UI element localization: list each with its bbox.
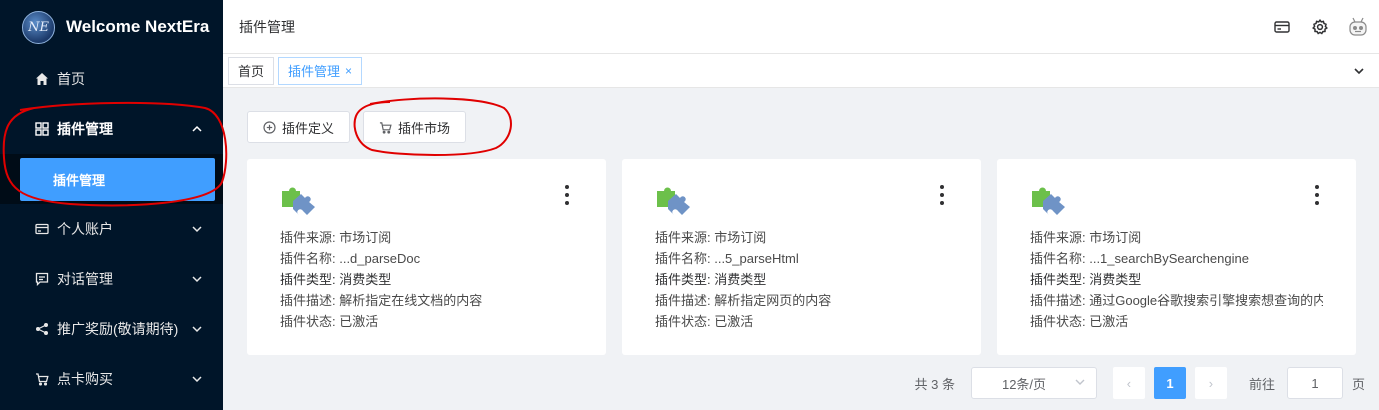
toolbar: 插件定义 插件市场 [247,111,467,143]
pagination: 共 3 条 12条/页 ‹ 1 › 前往 1 页 [914,367,1365,399]
chat-icon [35,272,49,286]
plugin-card[interactable]: 插件来源: 市场订阅 插件名称: ...d_parseDoc 插件类型: 消费类… [247,159,606,355]
next-page-button[interactable]: › [1194,367,1227,399]
plugin-description: 插件描述: 通过Google谷歌搜索引擎搜索想查询的内容 [1030,293,1323,308]
plugin-card[interactable]: 插件来源: 市场订阅 插件名称: ...1_searchBySearchengi… [997,159,1356,355]
cart-icon [379,121,392,134]
sidebar: NE Welcome NextEra 首页 插件管理 插件管理 个人账户 对话管 [0,0,223,410]
sidebar-item-label: 点卡购买 [57,371,113,387]
plugin-define-button[interactable]: 插件定义 [247,111,351,143]
header: 插件管理 [223,0,1379,54]
sidebar-item-label: 首页 [57,71,85,87]
plugin-status: 插件状态: 已激活 [1030,314,1129,329]
tab-label: 插件管理 [288,64,341,79]
share-icon [35,322,49,336]
grid-icon [35,122,49,136]
sidebar-item-chat[interactable]: 对话管理 [0,254,223,304]
header-actions [1271,16,1379,38]
robot-avatar-icon[interactable] [1347,16,1369,38]
page-size-select[interactable]: 12条/页 [970,367,1097,399]
sidebar-item-home[interactable]: 首页 [0,54,223,104]
brand[interactable]: NE Welcome NextEra [0,0,223,54]
plugin-market-button[interactable]: 插件市场 [363,111,467,143]
jump-suffix: 页 [1351,376,1365,392]
brand-title: Welcome NextEra [66,17,210,36]
sidebar-item-label: 推广奖励(敬请期待) [57,321,179,337]
prev-page-button[interactable]: ‹ [1112,367,1145,399]
plugin-source: 插件来源: 市场订阅 [655,230,767,245]
plugin-card[interactable]: 插件来源: 市场订阅 插件名称: ...5_parseHtml 插件类型: 消费… [622,159,981,355]
button-label: 插件市场 [398,120,451,136]
puzzle-icon [655,185,693,221]
sidebar-item-account[interactable]: 个人账户 [0,204,223,254]
sidebar-item-label: 插件管理 [57,121,113,137]
more-menu-icon[interactable] [564,185,570,205]
button-label: 插件定义 [282,120,335,136]
more-menu-icon[interactable] [939,185,945,205]
chevron-up-icon [191,123,203,135]
sidebar-item-referral[interactable]: 推广奖励(敬请期待) [0,304,223,354]
plugin-name: 插件名称: ...d_parseDoc [280,251,421,266]
chevron-down-icon [191,273,203,285]
page-title: 插件管理 [239,18,295,35]
tabs-bar: 首页 插件管理 × [223,54,1379,88]
plugin-description: 插件描述: 解析指定网页的内容 [655,293,832,308]
plugin-type: 插件类型: 消费类型 [655,272,767,287]
sidebar-item-label: 对话管理 [57,271,113,287]
sidebar-item-plugin-management[interactable]: 插件管理 [0,104,223,154]
home-icon [35,72,49,86]
plugin-type: 插件类型: 消费类型 [280,272,392,287]
jump-page-input[interactable]: 1 [1286,367,1343,399]
pagination-total: 共 3 条 [914,376,955,392]
chevron-down-icon[interactable] [1351,63,1367,79]
page-size-value: 12条/页 [1001,376,1047,392]
puzzle-icon [1030,185,1068,221]
chevron-down-icon [191,223,203,235]
plugin-card-list: 插件来源: 市场订阅 插件名称: ...d_parseDoc 插件类型: 消费类… [247,159,1356,355]
logo: NE [22,10,55,44]
plugin-source: 插件来源: 市场订阅 [280,230,392,245]
main-content: 插件定义 插件市场 插件来源: 市场订阅 插件名称: ...d_parseDoc… [223,89,1379,410]
tab-plugin-management[interactable]: 插件管理 × [278,56,363,85]
chevron-down-icon [1074,376,1086,391]
tab-home[interactable]: 首页 [228,56,275,85]
cart-icon [35,372,49,386]
plugin-name: 插件名称: ...1_searchBySearchengine [1030,251,1249,266]
chevron-down-icon [191,373,203,385]
more-menu-icon[interactable] [1314,185,1320,205]
tab-label: 首页 [238,64,265,79]
submenu: 插件管理 [0,154,223,204]
chevron-down-icon [191,323,203,335]
card-icon [35,222,49,236]
submenu-item-plugin-management[interactable]: 插件管理 [20,157,215,201]
sidebar-item-label: 个人账户 [57,221,113,237]
plugin-status: 插件状态: 已激活 [280,314,379,329]
wallet-icon[interactable] [1271,16,1293,38]
puzzle-icon [280,185,318,221]
jump-label: 前往 [1248,376,1275,392]
plugin-description: 插件描述: 解析指定在线文档的内容 [280,293,483,308]
plugin-name: 插件名称: ...5_parseHtml [655,251,799,266]
settings-icon[interactable] [1309,16,1331,38]
close-icon[interactable]: × [345,64,352,78]
plugin-status: 插件状态: 已激活 [655,314,754,329]
sidebar-item-buy-points[interactable]: 点卡购买 [0,354,223,404]
plugin-source: 插件来源: 市场订阅 [1030,230,1142,245]
plugin-type: 插件类型: 消费类型 [1030,272,1142,287]
page-number-current[interactable]: 1 [1153,367,1186,399]
plus-circle-icon [263,120,276,134]
